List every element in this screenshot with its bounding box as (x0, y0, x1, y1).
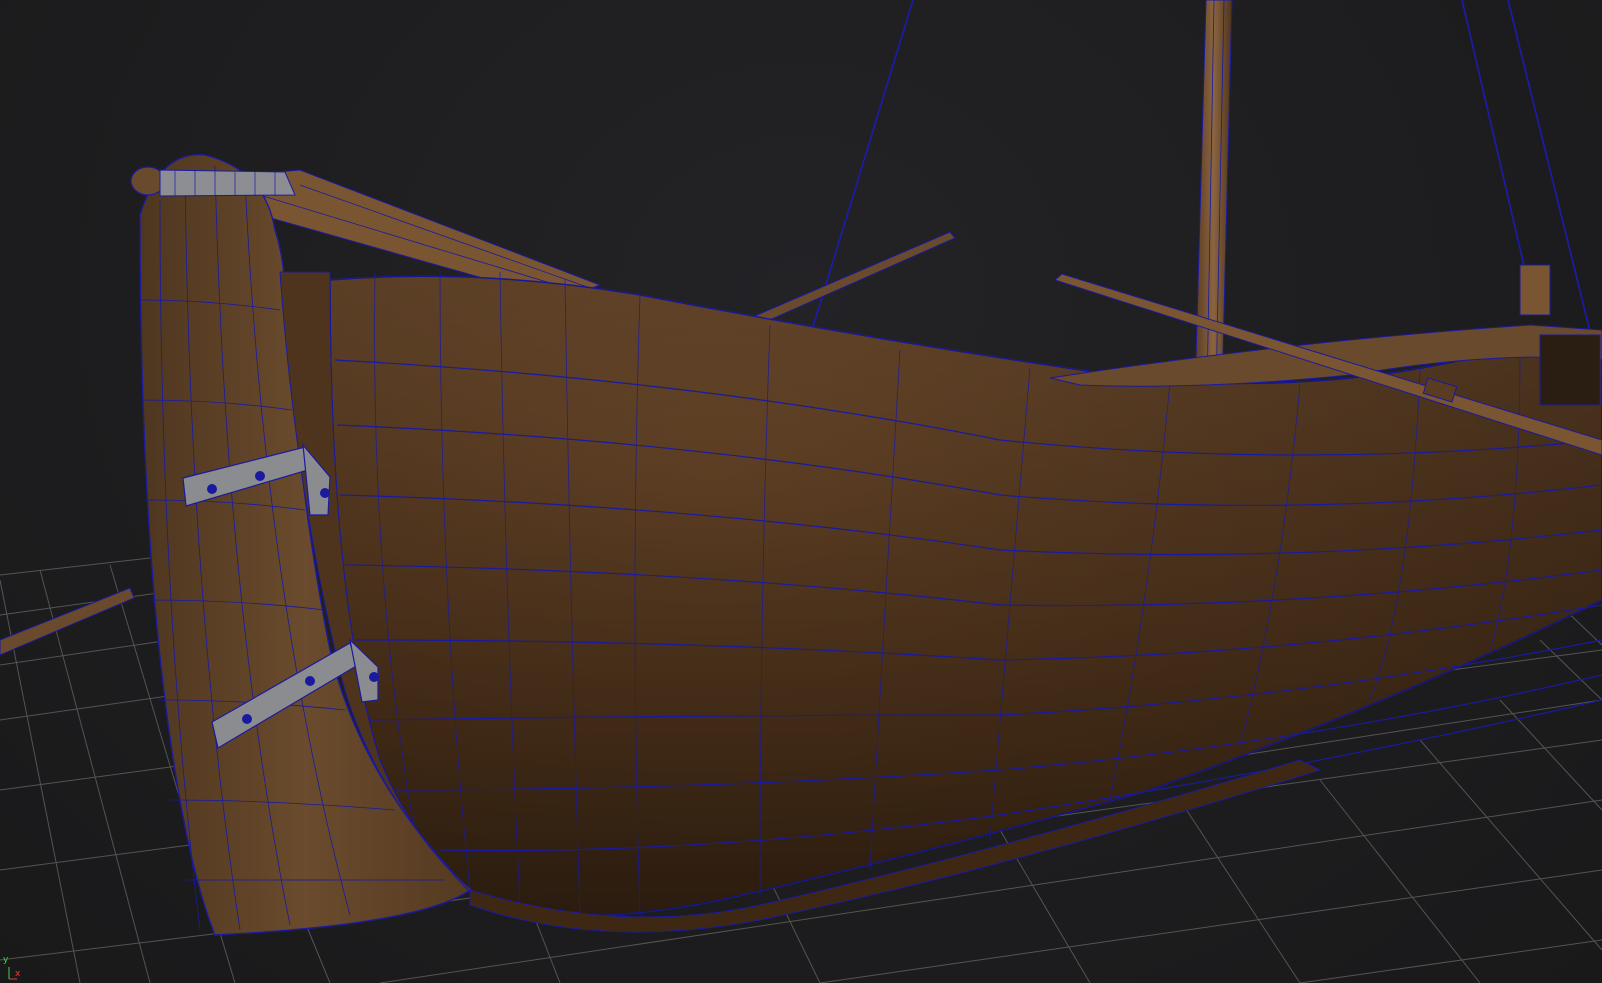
axis-gizmo: y x (2, 955, 30, 981)
scene-render (0, 0, 1602, 983)
hull (329, 269, 1602, 917)
left-oar (0, 587, 135, 656)
3d-viewport[interactable]: y x (0, 0, 1602, 983)
back-oar (749, 231, 956, 327)
axis-x-label: x (15, 969, 21, 979)
tiller-head (130, 166, 296, 197)
